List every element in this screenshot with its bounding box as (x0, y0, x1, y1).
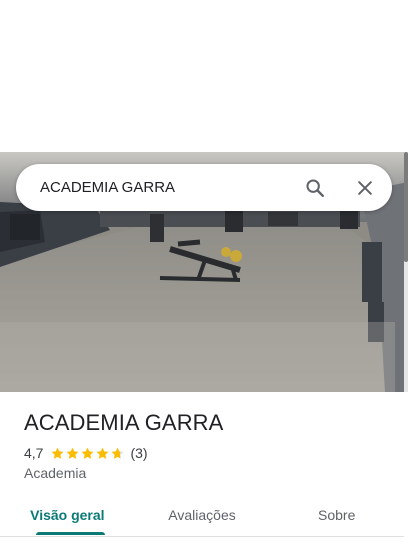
search-icon[interactable] (302, 175, 328, 201)
tab-reviews[interactable]: Avaliações (135, 490, 270, 540)
tab-reviews-label: Avaliações (168, 507, 236, 523)
tabs-divider (0, 536, 404, 537)
tab-about-label: Sobre (318, 507, 356, 523)
search-input[interactable] (40, 179, 290, 196)
star-icon (82, 447, 94, 459)
star-icon (97, 447, 109, 459)
tab-about[interactable]: Sobre (269, 490, 404, 540)
close-icon[interactable] (352, 175, 378, 201)
star-icon (112, 447, 124, 459)
scrollbar-thumb[interactable] (404, 152, 408, 262)
place-title: ACADEMIA GARRA (24, 410, 224, 435)
place-category[interactable]: Academia (24, 465, 86, 481)
rating-value: 4,7 (24, 445, 44, 461)
search-bar[interactable] (16, 164, 392, 211)
star-icon (52, 447, 64, 459)
rating-stars (50, 446, 125, 461)
tab-overview[interactable]: Visão geral (0, 490, 135, 540)
review-count[interactable]: (3) (130, 445, 147, 461)
place-tabs: Visão geral Avaliações Sobre (0, 490, 404, 540)
rating-row: 4,7 (3) (24, 444, 148, 462)
tab-overview-label: Visão geral (30, 507, 105, 523)
star-icon (67, 447, 79, 459)
